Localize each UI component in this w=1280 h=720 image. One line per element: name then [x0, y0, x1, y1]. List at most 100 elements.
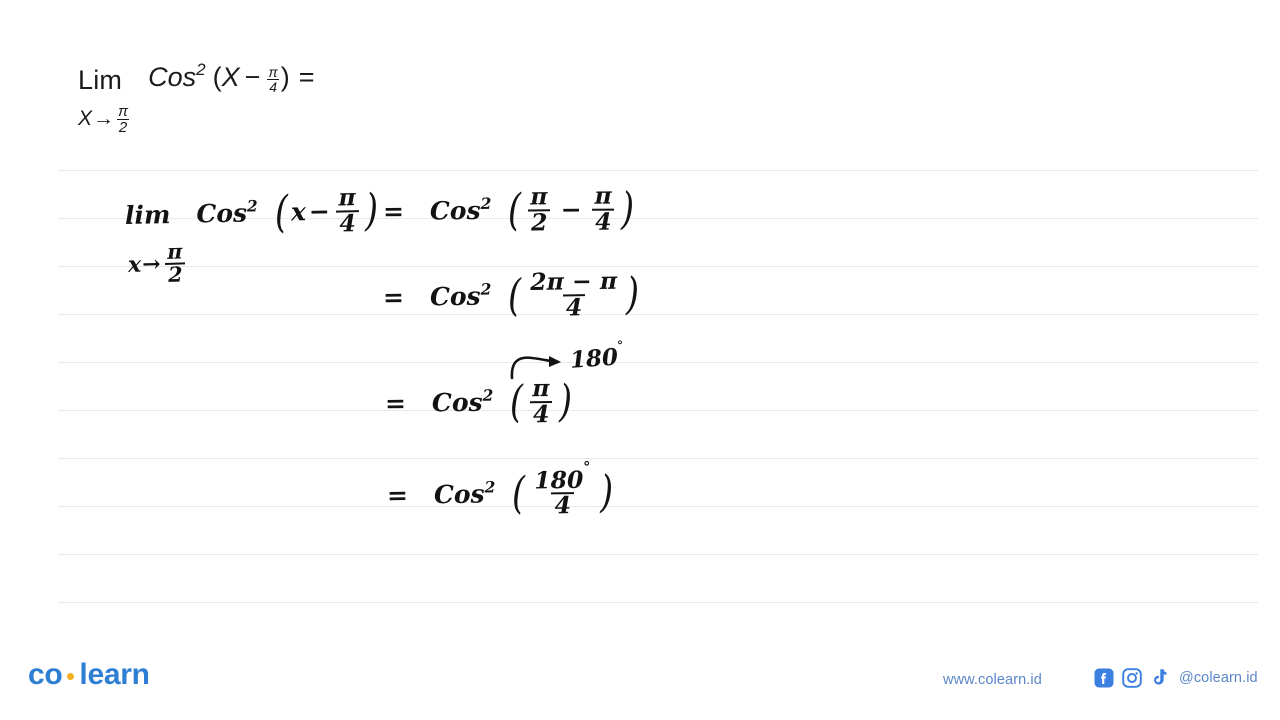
question-expression: Cos 2 ( X − π 4 ) =: [148, 60, 315, 95]
cos-label: Cos: [429, 281, 481, 312]
cos-label: Cos: [148, 62, 197, 92]
footer-website-url[interactable]: www.colearn.id: [943, 672, 1042, 688]
fraction-denominator: 4: [551, 491, 575, 519]
fraction-right: π 4: [591, 181, 615, 235]
question-main-row: Lim Cos 2 ( X − π 4 ) =: [78, 60, 315, 95]
curved-arrow-icon: [510, 356, 561, 380]
limit-label: Lim: [78, 64, 123, 95]
fraction-numerator: π: [594, 181, 612, 210]
question-statement: Lim Cos 2 ( X − π 4 ) = X → π 2: [78, 60, 315, 135]
footer-social-links: @colearn.id: [1094, 668, 1258, 688]
tiktok-icon[interactable]: [1150, 668, 1168, 688]
close-paren: ): [558, 375, 573, 427]
close-paren: ): [599, 466, 614, 518]
approach-variable: X: [78, 106, 93, 130]
rule-line-8: [58, 506, 1258, 507]
fraction-numerator: 180°: [531, 459, 594, 495]
facebook-icon[interactable]: [1094, 668, 1114, 688]
logo-text-co: co: [28, 658, 63, 691]
logo-dot-icon: [67, 672, 75, 680]
rule-line-4: [58, 314, 1258, 315]
fraction-denominator: 4: [562, 293, 586, 321]
argument-fraction: 180° 4: [531, 459, 594, 520]
fraction-denominator: 2: [116, 118, 130, 136]
limit-approach: X → π 2: [78, 103, 315, 135]
cos-label: Cos: [429, 195, 481, 226]
close-paren: ): [364, 184, 379, 236]
approach-fraction: π 2: [164, 239, 186, 287]
cos-exponent: 2: [246, 196, 258, 216]
rule-line-7: [58, 458, 1258, 459]
argument-fraction: π 4: [266, 65, 279, 95]
equals-sign: =: [386, 480, 409, 510]
solution-line-4: = Cos 2 ( π 4 ): [384, 374, 575, 429]
argument-fraction: π 4: [529, 374, 553, 428]
fraction-numerator: π: [118, 102, 129, 120]
instagram-icon[interactable]: [1122, 668, 1142, 688]
cos-label: Cos: [196, 198, 248, 229]
logo-text-learn: learn: [79, 658, 150, 691]
solution-line-2: = Cos 2 ( π 2 − π 4 ): [382, 181, 637, 237]
equals-sign: =: [384, 388, 407, 418]
open-paren: (: [509, 376, 524, 428]
open-paren: (: [212, 62, 222, 92]
fraction-numerator: π: [530, 182, 548, 211]
variable-x: x: [290, 197, 307, 227]
cos-label: Cos: [433, 479, 485, 510]
rule-line-10: [58, 602, 1258, 603]
solution-line-3: = Cos 2 ( 2π − π 4 ): [382, 266, 643, 323]
argument-fraction: 2π − π 4: [527, 266, 620, 321]
degree-symbol: °: [616, 338, 624, 353]
fraction-left: π 2: [527, 182, 551, 236]
solution-line-1-approach: x → π 2: [127, 239, 189, 287]
cos-exponent: 2: [484, 477, 496, 497]
arrow-icon: →: [141, 250, 161, 278]
cos-exponent: 2: [480, 279, 492, 299]
fraction-numerator: π: [268, 64, 278, 80]
cos-label: Cos: [431, 387, 483, 418]
approach-variable: x: [127, 251, 142, 278]
degree-symbol: °: [582, 458, 591, 476]
equals-sign: =: [382, 196, 405, 226]
open-paren: (: [274, 186, 289, 238]
solution-line-1: lim Cos 2 ( x − π 4 ): [124, 183, 381, 241]
close-paren: ): [620, 183, 635, 235]
minus-sign: −: [308, 196, 331, 227]
close-paren: ): [625, 268, 640, 320]
colearn-logo[interactable]: co learn: [28, 660, 150, 690]
rule-line-1: [58, 170, 1258, 171]
close-paren: ): [280, 62, 290, 92]
cos-exponent: 2: [480, 193, 492, 213]
annotation-180-degrees: 180°: [569, 339, 625, 374]
annotation-value: 180: [569, 343, 619, 374]
rule-line-3: [58, 266, 1258, 267]
open-paren: (: [511, 467, 526, 520]
minus-sign: −: [244, 62, 261, 92]
open-paren: (: [507, 270, 522, 322]
cos-exponent: 2: [482, 385, 494, 405]
fraction-denominator: 4: [267, 79, 279, 96]
cos-exponent: 2: [196, 60, 206, 79]
rule-line-5: [58, 362, 1258, 363]
minus-sign: −: [560, 194, 582, 225]
fraction-numerator: 2π − π: [530, 266, 618, 296]
arrow-icon: →: [93, 106, 115, 130]
fraction-numerator: π: [338, 183, 357, 212]
fraction-denominator: 4: [592, 207, 615, 235]
fraction-denominator: 4: [336, 209, 360, 237]
approach-fraction: π 2: [116, 102, 130, 136]
lim-label: lim: [124, 200, 171, 230]
solution-line-5: = Cos 2 ( 180° 4 ): [386, 459, 617, 521]
variable-x: X: [221, 62, 240, 92]
equals-sign: =: [298, 62, 315, 92]
fraction-numerator: π: [166, 239, 183, 264]
fraction-denominator: 2: [164, 262, 186, 287]
fraction-denominator: 4: [529, 399, 553, 428]
rule-line-6: [58, 410, 1258, 411]
numerator-value: 180: [534, 465, 584, 495]
fraction-denominator: 2: [527, 208, 551, 236]
equals-sign: =: [382, 282, 405, 312]
argument-fraction: π 4: [335, 183, 360, 237]
open-paren: (: [508, 184, 522, 236]
footer-social-handle[interactable]: @colearn.id: [1179, 670, 1258, 686]
